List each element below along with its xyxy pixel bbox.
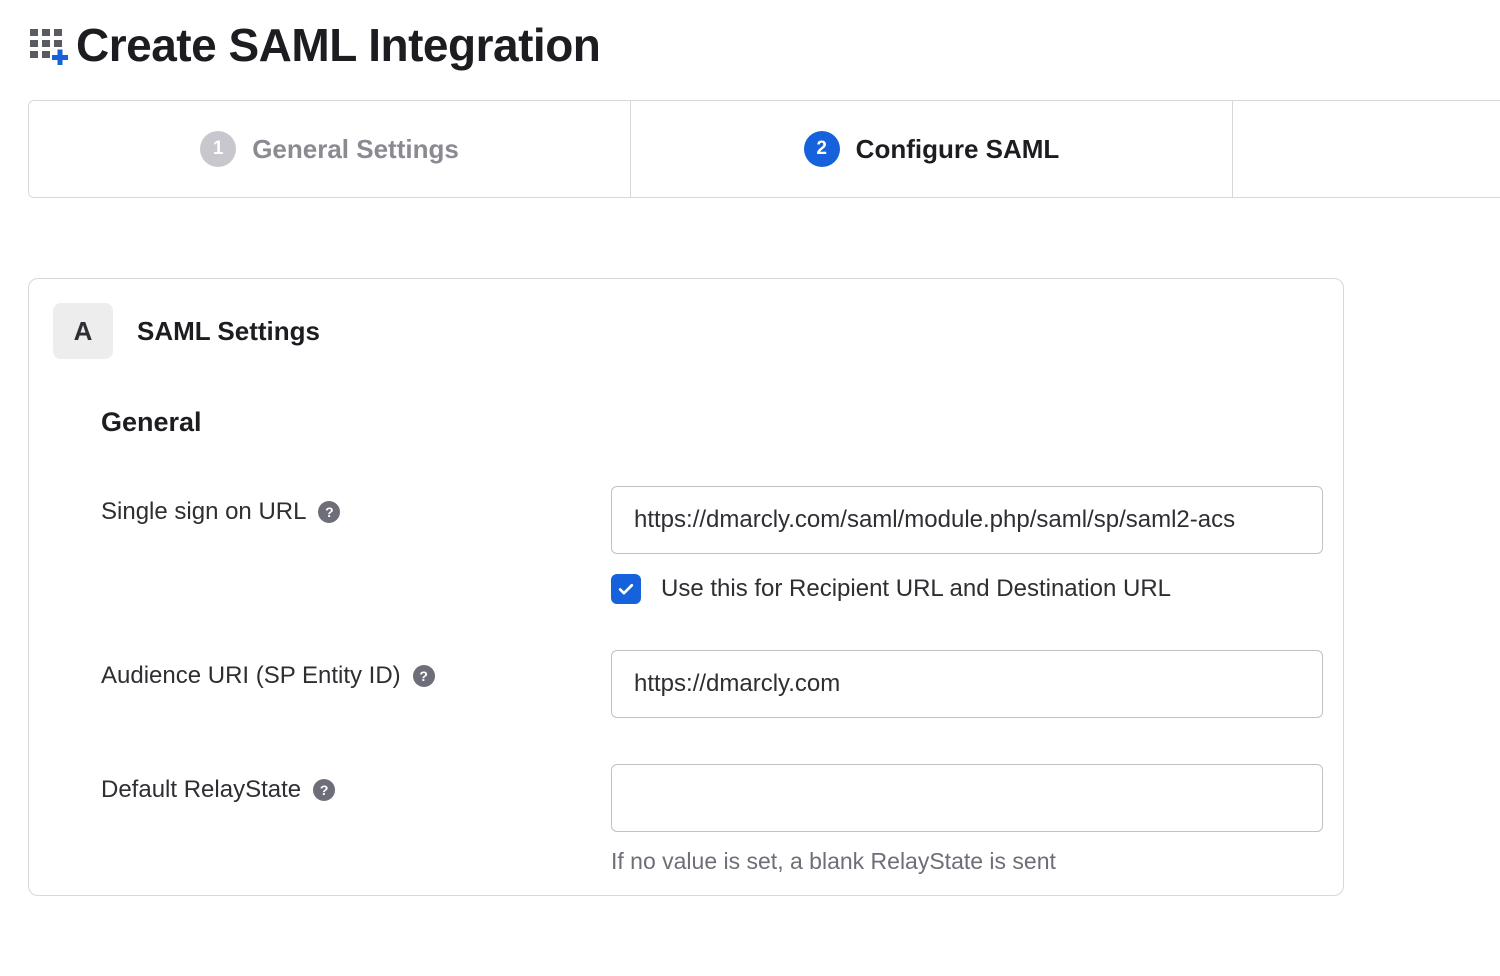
step-number: 2 bbox=[804, 131, 840, 167]
app-grid-icon bbox=[28, 25, 68, 65]
help-icon[interactable]: ? bbox=[413, 665, 435, 687]
step-configure-saml[interactable]: 2 Configure SAML bbox=[631, 101, 1233, 197]
audience-uri-label: Audience URI (SP Entity ID) bbox=[101, 662, 401, 690]
checkbox-label: Use this for Recipient URL and Destinati… bbox=[661, 575, 1171, 603]
field-row-audience-uri: Audience URI (SP Entity ID) ? bbox=[101, 650, 1295, 718]
step-label: Configure SAML bbox=[856, 134, 1060, 165]
page-title: Create SAML Integration bbox=[76, 18, 600, 72]
field-row-relay-state: Default RelayState ? If no value is set,… bbox=[101, 764, 1295, 875]
audience-uri-input[interactable] bbox=[611, 650, 1323, 718]
field-row-sso-url: Single sign on URL ? Use this for Recipi… bbox=[101, 486, 1295, 604]
help-icon[interactable]: ? bbox=[318, 501, 340, 523]
step-number: 1 bbox=[200, 131, 236, 167]
use-for-recipient-destination-checkbox[interactable] bbox=[611, 574, 641, 604]
relay-state-label: Default RelayState bbox=[101, 776, 301, 804]
subsection-title: General bbox=[101, 407, 1295, 438]
sso-url-input[interactable] bbox=[611, 486, 1323, 554]
step-next-placeholder bbox=[1233, 101, 1500, 197]
wizard-steps: 1 General Settings 2 Configure SAML bbox=[28, 100, 1500, 198]
step-general-settings[interactable]: 1 General Settings bbox=[29, 101, 631, 197]
saml-settings-panel: A SAML Settings General Single sign on U… bbox=[28, 278, 1344, 896]
help-icon[interactable]: ? bbox=[313, 779, 335, 801]
step-label: General Settings bbox=[252, 134, 459, 165]
section-title: SAML Settings bbox=[137, 316, 320, 347]
section-badge: A bbox=[53, 303, 113, 359]
relay-state-help-text: If no value is set, a blank RelayState i… bbox=[611, 848, 1323, 875]
sso-url-label: Single sign on URL bbox=[101, 498, 306, 526]
relay-state-input[interactable] bbox=[611, 764, 1323, 832]
